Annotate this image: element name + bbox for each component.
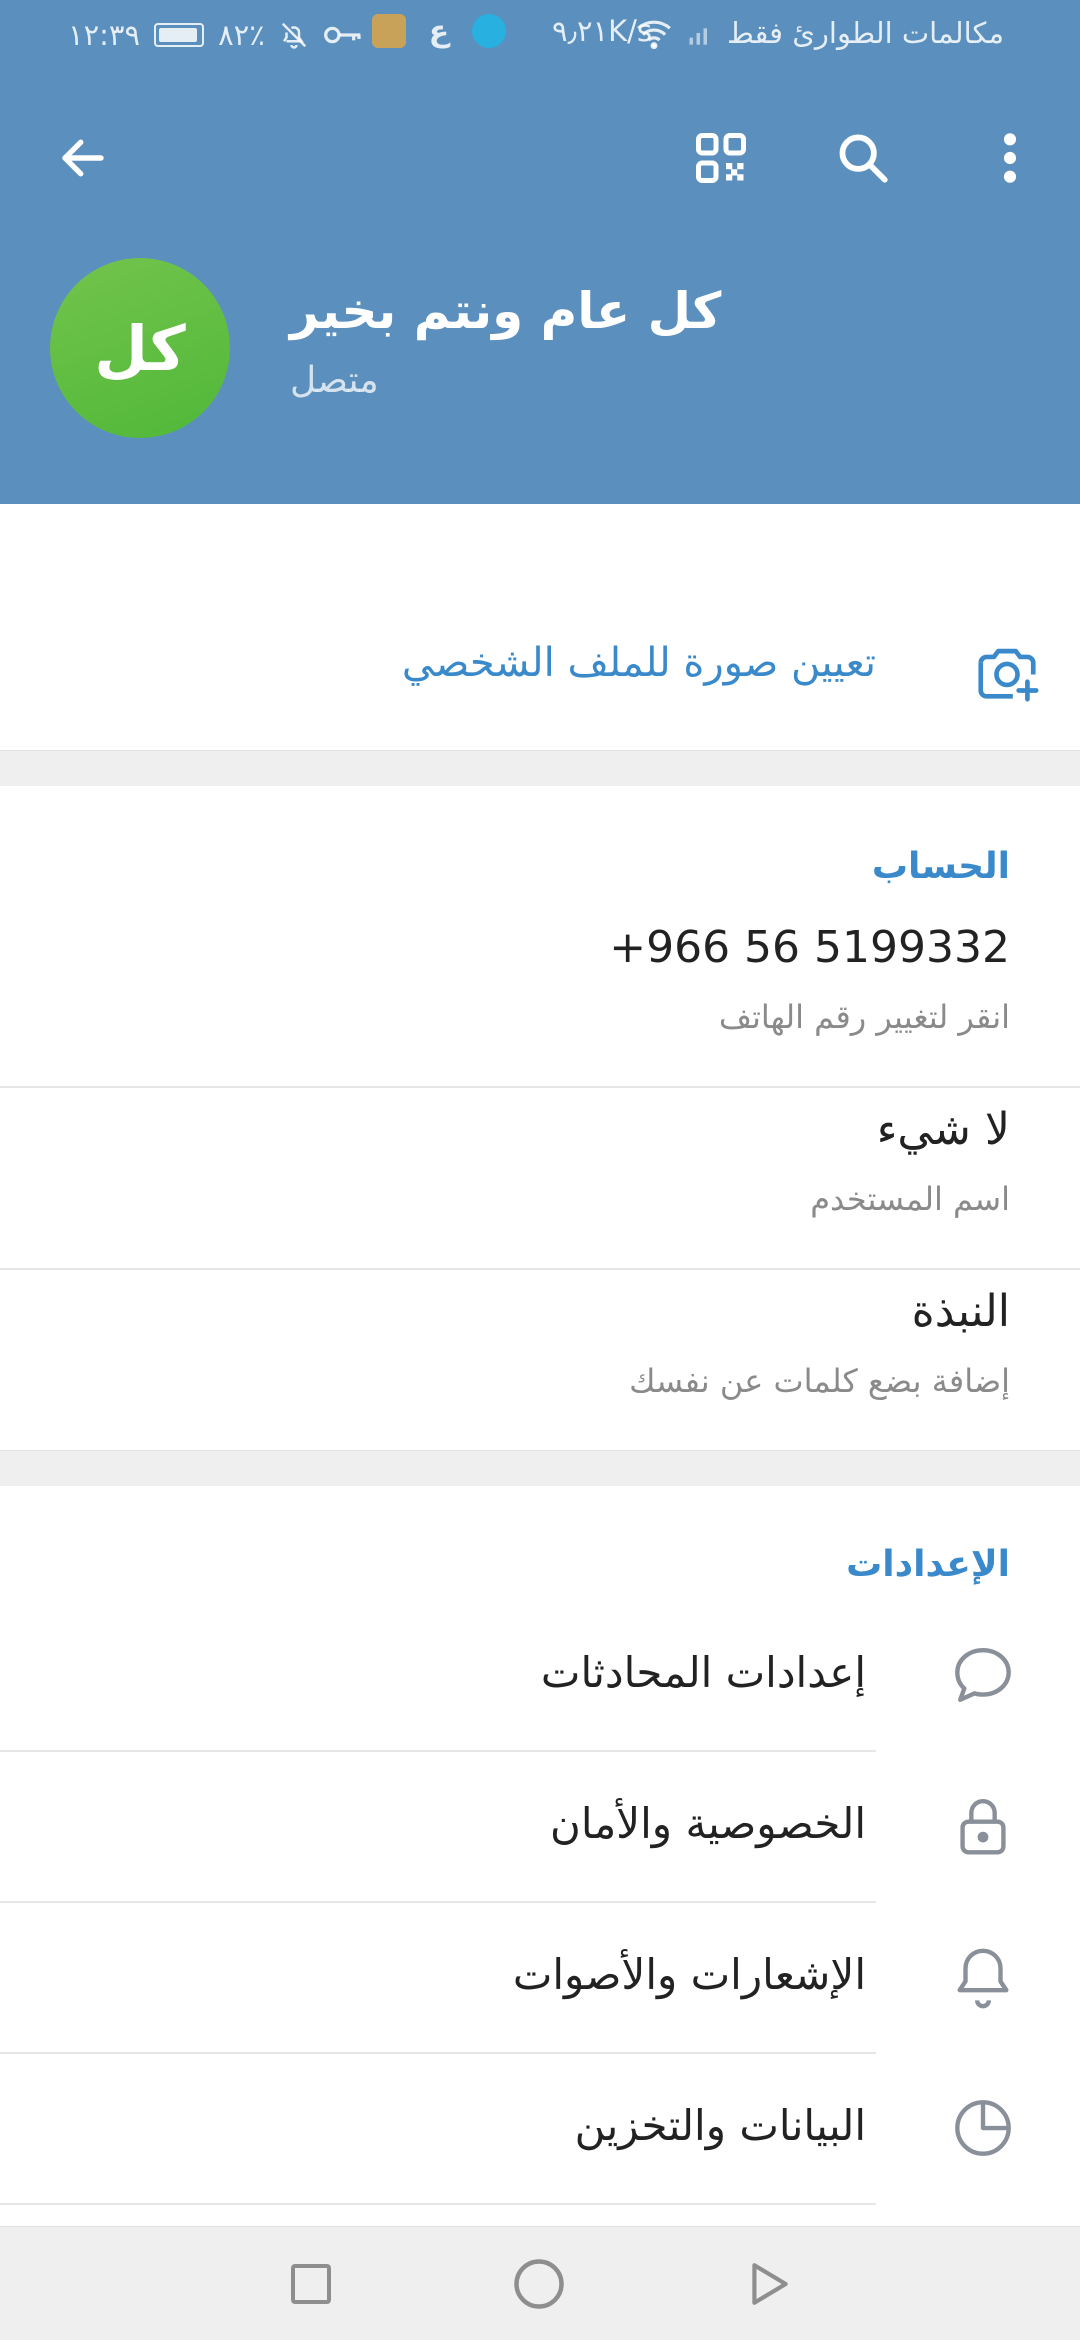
profile-name: كل عام ونتم بخير [290,282,722,340]
back-button[interactable] [40,115,126,201]
bell-icon [957,1948,1009,2009]
camera-add-icon [978,648,1039,702]
back-nav-button[interactable] [736,2251,802,2317]
wifi-icon [637,20,671,49]
more-vert-icon [1003,133,1017,183]
messenger-icon [472,14,506,48]
settings-item-label: إعدادات المحادثات [540,1648,866,1697]
carrier-text: مكالمات الطوارئ فقط [726,16,1004,50]
recents-button[interactable] [278,2251,344,2317]
username-value: لا شيء [876,1104,1010,1155]
qr-code-icon [696,133,746,183]
row-divider [0,1086,1080,1088]
set-photo-label: تعيين صورة للملف الشخصي [401,640,876,686]
section-divider [0,750,1080,786]
clock-pie-icon [955,2100,1011,2156]
circle-icon [514,2259,564,2309]
username-hint: اسم المستخدم [810,1180,1010,1218]
chat-bubble-icon [955,1648,1011,1702]
square-icon [291,2264,331,2304]
section-divider [0,1450,1080,1486]
lock-icon [960,1799,1006,1855]
home-button[interactable] [506,2251,572,2317]
bio-hint: إضافة بضع كلمات عن نفسك [629,1362,1010,1400]
app-notification-icon: ع [428,14,450,49]
settings-item-notifications[interactable]: الإشعارات والأصوات [0,1902,1080,2052]
settings-item-label: البيانات والتخزين [574,2101,866,2150]
arrow-left-icon [62,139,104,177]
search-button[interactable] [820,115,906,201]
username-row[interactable]: لا شيء اسم المستخدم [0,1096,1080,1266]
avatar[interactable]: كل [50,258,230,438]
signal-icon [689,28,707,45]
settings-section: الإعدادات إعدادات المحادثات الخصوصية وال… [0,1486,1080,2226]
qr-code-button[interactable] [678,115,764,201]
battery-icon [154,23,205,47]
set-photo-row[interactable]: تعيين صورة للملف الشخصي [0,504,1080,750]
settings-section-title: الإعدادات [846,1544,1010,1585]
more-options-button[interactable] [970,115,1050,201]
phone-number: +966 56 5199332 [609,922,1010,973]
app-notification-icon [372,14,406,48]
bio-row[interactable]: النبذة إضافة بضع كلمات عن نفسك [0,1278,1080,1448]
settings-item-label: الخصوصية والأمان [550,1799,866,1848]
system-navigation-bar [0,2226,1080,2340]
settings-item-data[interactable]: البيانات والتخزين [0,2053,1080,2203]
settings-item-privacy[interactable]: الخصوصية والأمان [0,1751,1080,1901]
status-apps: ع ٩٫٢١K/s [372,14,652,49]
status-bar: ١٢:٣٩ ٨٢٪ ع ٩٫٢١K/s مكالمات الطوارئ فقط [0,0,1080,72]
avatar-initials: كل [94,311,186,385]
status-right: مكالمات الطوارئ فقط [635,16,1004,50]
settings-item-chats[interactable]: إعدادات المحادثات [0,1600,1080,1750]
settings-item-label: الإشعارات والأصوات [512,1950,866,1999]
profile-status: متصل [290,360,379,401]
phone-row[interactable]: +966 56 5199332 انقر لتغيير رقم الهاتف [0,914,1080,1074]
account-section-title: الحساب [871,846,1010,887]
settings-screen: ١٢:٣٩ ٨٢٪ ع ٩٫٢١K/s مكالمات الطوارئ فقط [0,0,1080,2340]
bell-off-icon [281,22,306,49]
search-icon [839,134,888,183]
bio-value: النبذة [911,1286,1010,1337]
status-time: ١٢:٣٩ [68,18,141,52]
battery-percent: ٨٢٪ [218,18,265,52]
profile-header: ١٢:٣٩ ٨٢٪ ع ٩٫٢١K/s مكالمات الطوارئ فقط [0,0,1080,504]
key-icon [323,26,361,44]
row-divider [0,1268,1080,1270]
row-divider [0,2203,876,2205]
status-left: ١٢:٣٩ ٨٢٪ [68,18,363,52]
phone-hint: انقر لتغيير رقم الهاتف [718,998,1010,1036]
account-section: الحساب +966 56 5199332 انقر لتغيير رقم ا… [0,786,1080,1450]
triangle-icon [752,2263,788,2305]
